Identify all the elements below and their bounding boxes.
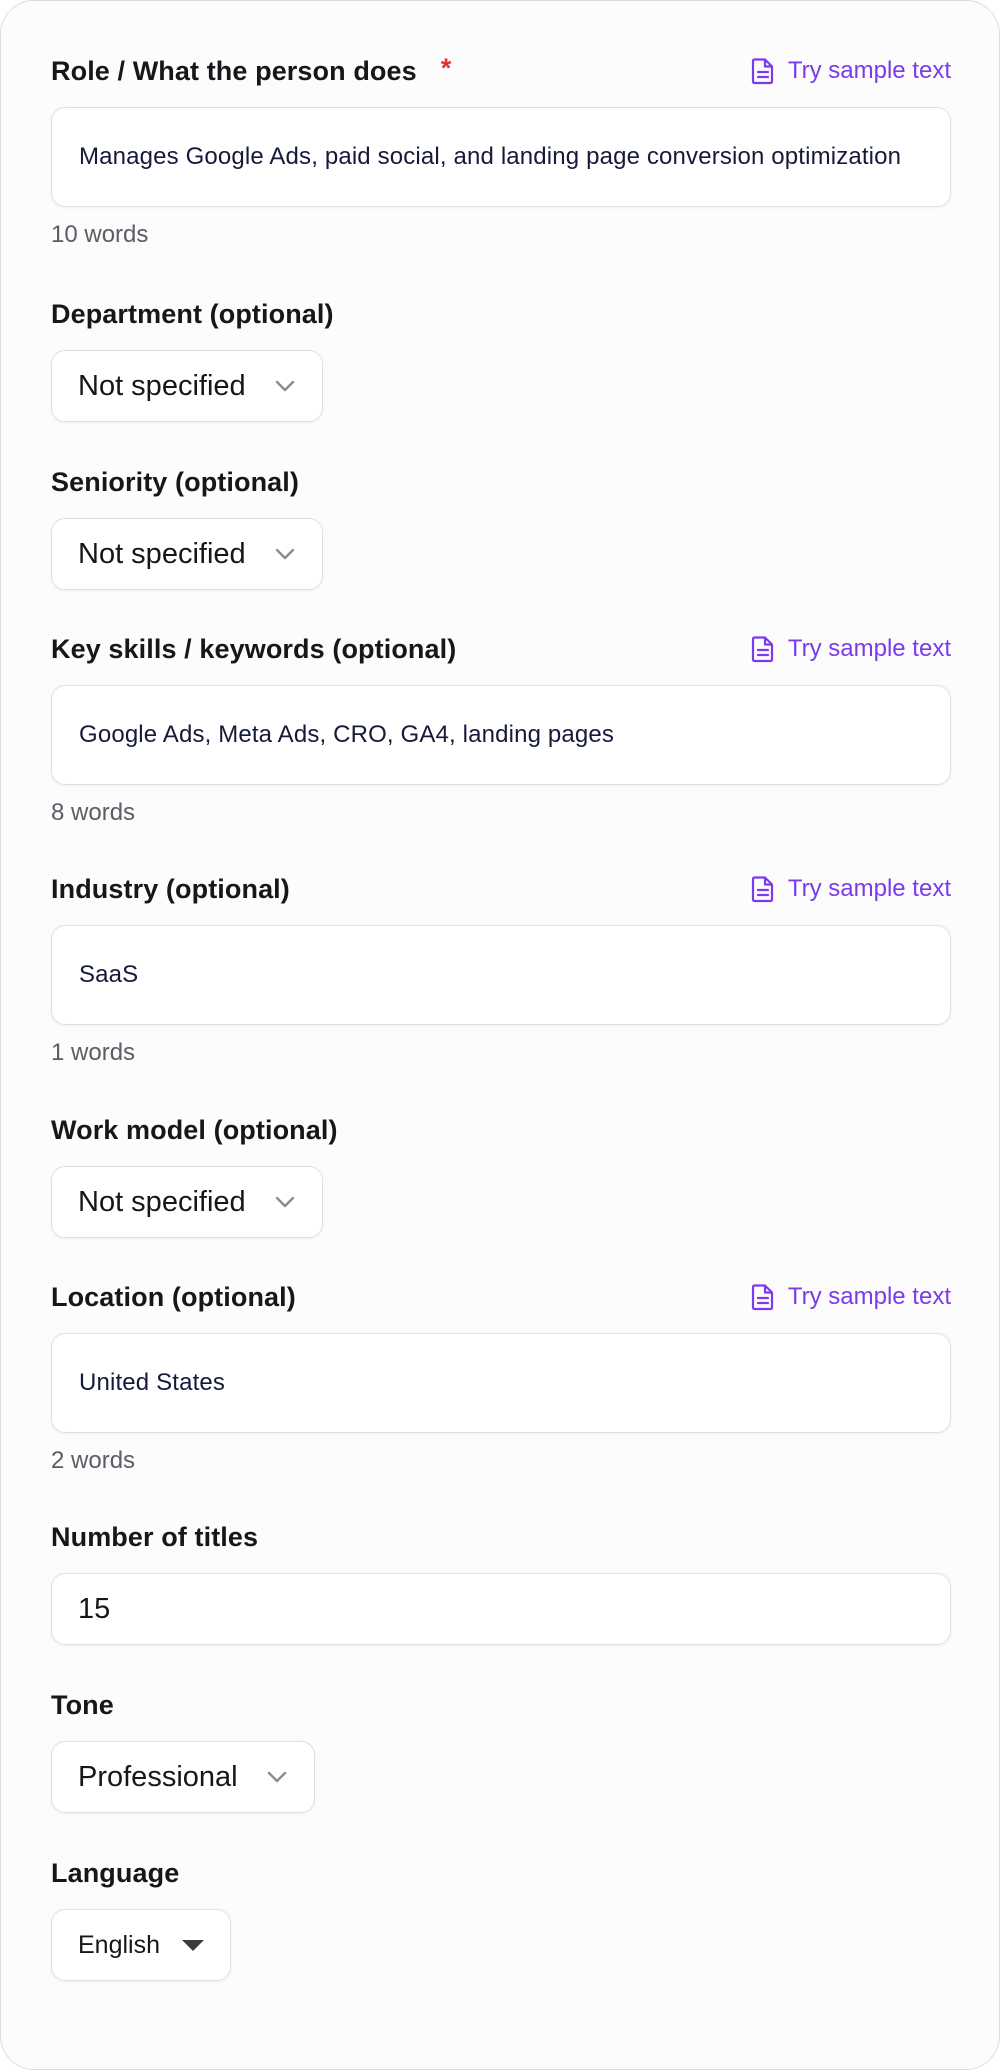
industry-label: Industry (optional) — [51, 873, 290, 904]
role-input-value: Manages Google Ads, paid social, and lan… — [79, 143, 902, 170]
document-icon — [751, 58, 773, 85]
department-label: Department (optional) — [51, 298, 334, 329]
seniority-label: Seniority (optional) — [51, 466, 299, 497]
department-select[interactable]: Not specified — [51, 350, 323, 422]
work-model-label: Work model (optional) — [51, 1114, 338, 1145]
document-icon — [751, 1284, 773, 1311]
num-titles-label: Number of titles — [51, 1521, 259, 1552]
num-titles-value: 15 — [78, 1592, 111, 1625]
try-sample-text-button[interactable]: Try sample text — [750, 635, 951, 663]
language-select-value: English — [78, 1930, 160, 1959]
tone-label: Tone — [51, 1689, 114, 1720]
num-titles-input[interactable]: 15 — [51, 1573, 951, 1645]
industry-field: Industry (optional) Try sample text SaaS… — [51, 869, 951, 1067]
language-label: Language — [51, 1857, 180, 1888]
skills-field: Key skills / keywords (optional) Try sam… — [51, 629, 951, 827]
location-word-count: 2 words — [51, 1447, 136, 1474]
chevron-down-icon — [275, 1196, 294, 1208]
seniority-select[interactable]: Not specified — [51, 518, 323, 590]
role-input[interactable]: Manages Google Ads, paid social, and lan… — [51, 107, 951, 207]
tone-select-value: Professional — [78, 1760, 238, 1793]
industry-input[interactable]: SaaS — [51, 925, 951, 1025]
sample-label: Try sample text — [787, 57, 951, 84]
language-field: Language English — [51, 1853, 951, 1981]
skills-input-value: Google Ads, Meta Ads, CRO, GA4, landing … — [79, 721, 615, 748]
caret-down-icon — [182, 1939, 204, 1951]
chevron-down-icon — [275, 548, 294, 560]
num-titles-field: Number of titles 15 — [51, 1517, 951, 1645]
form-card: Role / What the person does * Try sample… — [0, 0, 1000, 2070]
location-input-value: United States — [79, 1369, 226, 1396]
sample-label: Try sample text — [787, 635, 951, 662]
department-field: Department (optional) Not specified — [51, 294, 951, 422]
role-field: Role / What the person does * Try sample… — [51, 51, 951, 249]
chevron-down-icon — [275, 380, 294, 392]
tone-select[interactable]: Professional — [51, 1741, 315, 1813]
seniority-field: Seniority (optional) Not specified — [51, 462, 951, 590]
try-sample-text-button[interactable]: Try sample text — [750, 875, 951, 903]
try-sample-text-button[interactable]: Try sample text — [750, 1283, 951, 1311]
try-sample-text-button[interactable]: Try sample text — [750, 57, 951, 85]
sample-label: Try sample text — [787, 1283, 951, 1310]
required-marker: * — [440, 52, 452, 83]
chevron-down-icon — [267, 1771, 286, 1783]
work-model-select[interactable]: Not specified — [51, 1166, 323, 1238]
role-word-count: 10 words — [51, 221, 149, 248]
work-model-select-value: Not specified — [78, 1185, 246, 1218]
industry-word-count: 1 words — [51, 1039, 136, 1066]
document-icon — [751, 636, 773, 663]
department-select-value: Not specified — [78, 369, 246, 402]
tone-field: Tone Professional — [51, 1685, 951, 1813]
language-select[interactable]: English — [51, 1909, 231, 1981]
seniority-select-value: Not specified — [78, 537, 246, 570]
sample-label: Try sample text — [787, 875, 951, 902]
document-icon — [751, 876, 773, 903]
location-label: Location (optional) — [51, 1281, 296, 1312]
skills-word-count: 8 words — [51, 799, 136, 826]
industry-input-value: SaaS — [79, 961, 139, 988]
skills-input[interactable]: Google Ads, Meta Ads, CRO, GA4, landing … — [51, 685, 951, 785]
location-field: Location (optional) Try sample text Unit… — [51, 1277, 951, 1475]
location-input[interactable]: United States — [51, 1333, 951, 1433]
work-model-field: Work model (optional) Not specified — [51, 1110, 951, 1238]
skills-label: Key skills / keywords (optional) — [51, 633, 457, 664]
role-label: Role / What the person does * — [51, 52, 452, 86]
